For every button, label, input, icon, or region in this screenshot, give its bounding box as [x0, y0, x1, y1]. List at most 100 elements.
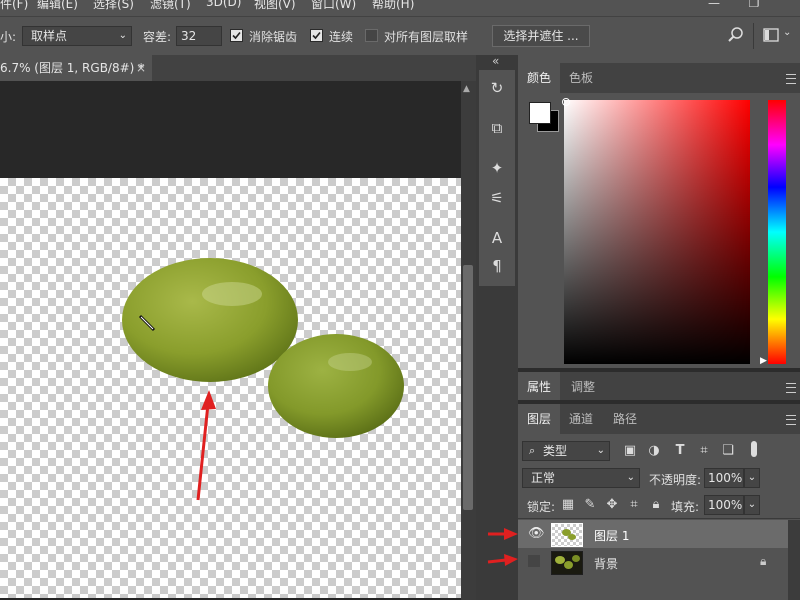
lock-all-icon[interactable]: 🔒︎ — [648, 497, 664, 513]
opacity-slider-toggle[interactable]: ⌄ — [744, 468, 760, 488]
filter-toggle-icon[interactable] — [751, 441, 757, 457]
lock-position-icon[interactable]: ✥ — [604, 497, 620, 513]
tab-layers[interactable]: 图层 — [518, 404, 561, 434]
all-layers-label: 对所有图层取样 — [384, 30, 469, 44]
layers-scrollbar[interactable] — [788, 520, 800, 600]
color-spectrum-field[interactable] — [564, 100, 750, 364]
fill-input[interactable]: 100% — [704, 495, 744, 515]
hue-slider-handle-icon[interactable]: ▶ — [760, 356, 767, 366]
antialias-label: 消除锯齿 — [249, 30, 298, 44]
layer-filter-dropdown[interactable]: ⌕ 类型 ⌄ — [522, 441, 610, 461]
tool-options-bar: 小: 取样点 ⌄ 容差: 32 消除锯齿 连续 对所有图层取样 选择并遮住 ..… — [0, 16, 800, 56]
all-layers-checkbox[interactable] — [365, 29, 378, 42]
search-icon[interactable] — [728, 27, 744, 43]
menu-file[interactable]: 件(F) — [0, 0, 28, 12]
annotation-arrows — [487, 528, 518, 566]
menu-edit[interactable]: 编辑(E) — [37, 0, 78, 12]
tab-adjustments[interactable]: 调整 — [562, 372, 604, 402]
collapse-dock-icon[interactable]: « — [492, 54, 499, 68]
smart-object-filter-icon[interactable]: ❏ — [720, 443, 736, 459]
pixel-layer-filter-icon[interactable]: ▣ — [622, 443, 638, 459]
tab-color[interactable]: 颜色 — [518, 63, 561, 93]
adjustment-layer-filter-icon[interactable]: ◑ — [646, 443, 662, 459]
chevron-down-icon: ⌄ — [596, 445, 605, 456]
workspace-icon[interactable] — [763, 28, 779, 42]
opacity-label: 不透明度: — [649, 473, 702, 487]
grape-highlight — [328, 353, 372, 371]
tab-swatches[interactable]: 色板 — [560, 63, 602, 93]
blend-mode-dropdown[interactable]: 正常 ⌄ — [522, 468, 640, 488]
panel-menu-icon[interactable] — [786, 74, 796, 84]
menu-filter[interactable]: 滤镜(T) — [150, 0, 191, 12]
tab-paths[interactable]: 路径 — [604, 404, 646, 434]
scrollbar-thumb[interactable] — [463, 265, 473, 510]
hue-slider[interactable] — [768, 100, 786, 364]
paragraph-icon[interactable]: ¶ — [487, 256, 507, 276]
properties-panel-header: 属性 调整 — [518, 372, 800, 402]
antialias-checkbox[interactable] — [230, 29, 243, 42]
select-and-mask-label: 选择并遮住 ... — [503, 29, 579, 43]
layer-thumbnail — [551, 523, 583, 547]
panel-menu-icon[interactable] — [786, 415, 796, 425]
maximize-button[interactable]: ❐ — [740, 0, 768, 10]
scroll-up-icon[interactable]: ▲ — [463, 84, 470, 94]
thumbnail-grape — [572, 555, 580, 562]
chevron-down-icon: ⌄ — [626, 472, 635, 483]
divider — [753, 23, 754, 49]
check-icon — [312, 31, 321, 40]
grapes-image — [122, 258, 404, 501]
menu-help[interactable]: 帮助(H) — [372, 0, 414, 12]
fill-slider-toggle[interactable]: ⌄ — [744, 495, 760, 515]
layer-row-layer-1[interactable]: 👁︎ 图层 1 — [518, 520, 788, 548]
tolerance-input[interactable]: 32 — [176, 26, 222, 46]
tab-channels[interactable]: 通道 — [560, 404, 602, 434]
menu-select[interactable]: 选择(S) — [93, 0, 134, 12]
brush-settings-icon[interactable]: ✦ — [487, 158, 507, 178]
opacity-value: 100% — [708, 471, 743, 485]
shape-layer-filter-icon[interactable]: ⌗ — [696, 443, 712, 459]
artboard-lock-icon[interactable]: ⌗ — [626, 497, 642, 513]
layer-filter-label: 类型 — [543, 444, 568, 458]
panel-menu-icon[interactable] — [786, 383, 796, 393]
document-tab-title: 6.7% (图层 1, RGB/8#) * — [0, 61, 145, 75]
sample-size-value: 取样点 — [31, 29, 68, 43]
lock-image-pixels-icon[interactable]: ✎ — [582, 497, 598, 513]
thumbnail-grape — [564, 561, 573, 569]
menu-window[interactable]: 窗口(W) — [311, 0, 356, 12]
clone-source-icon[interactable]: ⧉ — [487, 118, 507, 138]
sample-size-dropdown[interactable]: 取样点 ⌄ — [22, 26, 132, 46]
tab-properties[interactable]: 属性 — [518, 372, 561, 402]
character-icon[interactable]: A — [487, 228, 507, 248]
select-and-mask-button[interactable]: 选择并遮住 ... — [492, 25, 590, 47]
annotation-arrow — [196, 390, 216, 501]
layer-row-background[interactable]: 背景 🔒︎ — [518, 548, 788, 576]
document-canvas[interactable] — [0, 178, 461, 598]
layer-thumbnail — [551, 551, 583, 575]
fill-label: 填充: — [671, 500, 700, 514]
lock-transparent-pixels-icon[interactable]: ▦ — [560, 497, 576, 513]
opacity-input[interactable]: 100% — [704, 468, 744, 488]
history-icon[interactable]: ↻ — [487, 78, 507, 98]
menu-3d[interactable]: 3D(D) — [206, 0, 241, 9]
contiguous-checkbox[interactable] — [310, 29, 323, 42]
fill-value: 100% — [708, 498, 743, 512]
sample-size-label: 小: — [0, 30, 17, 44]
brushes-icon[interactable]: ⚟ — [487, 188, 507, 208]
layer-name: 图层 1 — [594, 529, 630, 543]
grape-highlight — [202, 282, 262, 306]
eye-visibility-icon[interactable]: 👁︎ — [528, 526, 545, 541]
visibility-toggle-empty[interactable] — [528, 555, 540, 567]
contiguous-label: 连续 — [329, 30, 354, 44]
layer-name: 背景 — [594, 557, 619, 571]
tolerance-label: 容差: — [143, 30, 172, 44]
layers-panel-header: 图层 通道 路径 — [518, 404, 800, 434]
foreground-color-swatch[interactable] — [529, 102, 551, 124]
menu-view[interactable]: 视图(V) — [254, 0, 296, 12]
type-layer-filter-icon[interactable]: T — [672, 443, 688, 459]
document-tab[interactable]: 6.7% (图层 1, RGB/8#) * × — [0, 55, 152, 81]
minimize-button[interactable]: — — [700, 0, 728, 10]
chevron-down-icon[interactable]: ⌄ — [783, 27, 791, 38]
chevron-down-icon: ⌄ — [118, 30, 127, 41]
thumbnail-grape — [568, 534, 576, 540]
close-tab-icon[interactable]: × — [136, 55, 146, 81]
